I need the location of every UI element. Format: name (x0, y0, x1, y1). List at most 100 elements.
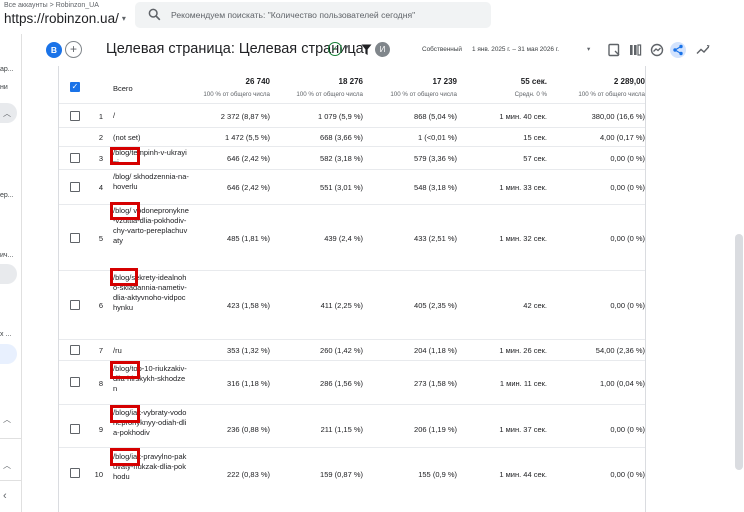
nav-label[interactable]: ни (0, 84, 8, 91)
metric-cell: 57 сек. (523, 154, 547, 163)
chevron-down-icon[interactable]: ▾ (345, 43, 349, 51)
row-checkbox[interactable] (70, 182, 80, 192)
nav-selected-item[interactable] (0, 264, 17, 284)
chevron-up-icon[interactable]: ︿ (3, 414, 11, 425)
share-icon[interactable] (670, 42, 686, 58)
table-row[interactable]: 4 /blog/ skhodzennia-na-hoverlu 646 (2,4… (59, 170, 645, 205)
divider (0, 480, 21, 481)
table-row[interactable]: 5 /blog/ vodonepronykne-vzuttia-dlia-pok… (59, 202, 645, 271)
metric-cell: 211 (1,15 %) (320, 425, 363, 434)
metric-cell: 551 (3,01 %) (320, 183, 363, 192)
breadcrumb-separator: > (49, 2, 54, 9)
breadcrumb-all-accounts[interactable]: Все аккаунты (4, 2, 48, 9)
compare-columns-icon[interactable] (627, 42, 643, 58)
row-checkbox[interactable] (70, 153, 80, 163)
nav-label[interactable]: х ... (0, 331, 11, 338)
landing-page-link[interactable]: (not set) (113, 133, 189, 143)
highlight-box (110, 448, 140, 466)
breadcrumb[interactable]: Все аккаунты > Robinzon_UA (4, 2, 99, 9)
row-checkbox[interactable] (70, 377, 80, 387)
breadcrumb-account[interactable]: Robinzon_UA (56, 2, 99, 9)
insights-icon[interactable] (649, 42, 665, 58)
row-index: 4 (98, 183, 103, 192)
select-all-checkbox[interactable]: ✓ (70, 82, 80, 92)
comparison-badge[interactable]: B (46, 42, 62, 58)
row-checkbox[interactable] (70, 233, 80, 243)
property-selector[interactable]: https://robinzon.ua/▾ (4, 11, 126, 26)
table-row[interactable]: 9 /blog/iak-vybraty-vodonepronyknyy-odia… (59, 405, 645, 448)
chevron-down-icon[interactable]: ▾ (587, 45, 590, 53)
add-comparison-button[interactable]: + (65, 41, 82, 58)
metric-cell: 0,00 (0 %) (610, 154, 645, 163)
table-row[interactable]: 2 (not set) 1 472 (5,5 %) 668 (3,66 %) 1… (59, 128, 645, 147)
metric-cell: 4,00 (0,17 %) (599, 133, 645, 142)
row-index: 2 (98, 133, 103, 142)
data-table: ✓ Всего 26 740 100 % от общего числа 18 … (58, 66, 646, 512)
metric-cell: 42 сек. (523, 301, 547, 310)
metric-cell: 159 (0,87 %) (320, 470, 363, 479)
total-share: 100 % от общего числа (578, 91, 645, 98)
scrollbar-thumb[interactable] (735, 234, 743, 470)
total-value: 55 сек. (520, 77, 547, 86)
metric-cell: 222 (0,83 %) (227, 470, 270, 479)
page-scrollbar[interactable] (734, 66, 744, 512)
chevron-up-icon[interactable]: ︿ (3, 460, 11, 471)
search-bar[interactable]: Рекомендуем поискать: "Количество пользо… (135, 2, 491, 28)
nav-active-item[interactable] (0, 344, 17, 364)
row-checkbox[interactable] (70, 468, 80, 478)
collapse-nav-icon[interactable]: ‹ (3, 490, 7, 502)
row-checkbox[interactable] (70, 111, 80, 121)
metric-cell: 548 (3,18 %) (414, 183, 457, 192)
metric-cell: 204 (1,18 %) (414, 346, 457, 355)
row-index: 6 (98, 301, 103, 310)
table-row[interactable]: 3 /blog/tempinh-v-ukrayini 646 (2,42 %) … (59, 147, 645, 170)
metric-cell: 0,00 (0 %) (610, 425, 645, 434)
landing-page-link[interactable]: / (113, 111, 189, 121)
row-index: 9 (98, 425, 103, 434)
row-checkbox[interactable] (70, 300, 80, 310)
report-toolbar: B + Целевая страница: Целевая страница ✓… (40, 37, 744, 65)
metric-cell: 15 сек. (523, 133, 547, 142)
row-index: 7 (98, 346, 103, 355)
edit-report-icon[interactable] (606, 42, 622, 58)
metric-cell: 206 (1,19 %) (414, 425, 457, 434)
check-circle-icon[interactable]: ✓ (328, 42, 342, 56)
nav-collapse-button[interactable]: ︿ (0, 103, 17, 123)
highlight-box (110, 268, 138, 286)
total-value: 2 289,00 (613, 77, 645, 86)
table-row[interactable]: 7 /ru 353 (1,32 %) 260 (1,42 %) 204 (1,1… (59, 340, 645, 361)
metric-cell: 260 (1,42 %) (320, 346, 363, 355)
row-index: 8 (98, 379, 103, 388)
table-row[interactable]: 10 /blog/iak-pravylno-pakuvaty-riukzak-d… (59, 448, 645, 512)
nav-label[interactable]: ер... (0, 192, 14, 199)
landing-page-link[interactable]: /ru (113, 346, 189, 356)
data-type-label: Собственный (422, 46, 462, 53)
search-placeholder: Рекомендуем поискать: "Количество пользо… (171, 10, 416, 20)
metric-cell: 1 мин. 44 сек. (499, 470, 547, 479)
total-share: 100 % от общего числа (203, 91, 270, 98)
user-avatar[interactable]: И (375, 42, 390, 57)
nav-label[interactable]: ар... (0, 66, 14, 73)
metric-cell: 273 (1,58 %) (414, 379, 457, 388)
table-row[interactable]: 8 /blog/top-10-riukzakiv-dlia-hirskykh-s… (59, 361, 645, 405)
row-checkbox[interactable] (70, 345, 80, 355)
total-share: 100 % от общего числа (296, 91, 363, 98)
filter-icon[interactable] (361, 43, 372, 61)
metric-cell: 1 мин. 37 сек. (499, 425, 547, 434)
nav-label[interactable]: ич... (0, 252, 13, 259)
metric-cell: 1 мин. 32 сек. (499, 234, 547, 243)
left-nav: ар... ни ︿ ер... ич... х ... ︿ ︿ ‹ (0, 34, 22, 512)
metric-cell: 439 (2,4 %) (324, 234, 363, 243)
metric-cell: 380,00 (16,6 %) (591, 112, 645, 121)
chevron-up-icon: ︿ (3, 109, 11, 118)
date-range-picker[interactable]: 1 янв. 2025 г. – 31 мая 2026 г. (472, 46, 559, 53)
row-checkbox[interactable] (70, 424, 80, 434)
table-row[interactable]: 1 / 2 372 (8,87 %) 1 079 (5,9 %) 868 (5,… (59, 104, 645, 128)
trend-icon[interactable] (695, 42, 711, 58)
metric-cell: 0,00 (0 %) (610, 470, 645, 479)
metric-cell: 0,00 (0 %) (610, 301, 645, 310)
table-row[interactable]: 6 /blog/sekrety-idealnoho-skladannia-nam… (59, 268, 645, 340)
metric-cell: 1 мин. 26 сек. (499, 346, 547, 355)
row-index: 3 (98, 154, 103, 163)
landing-page-link[interactable]: /blog/ skhodzennia-na-hoverlu (113, 172, 189, 192)
